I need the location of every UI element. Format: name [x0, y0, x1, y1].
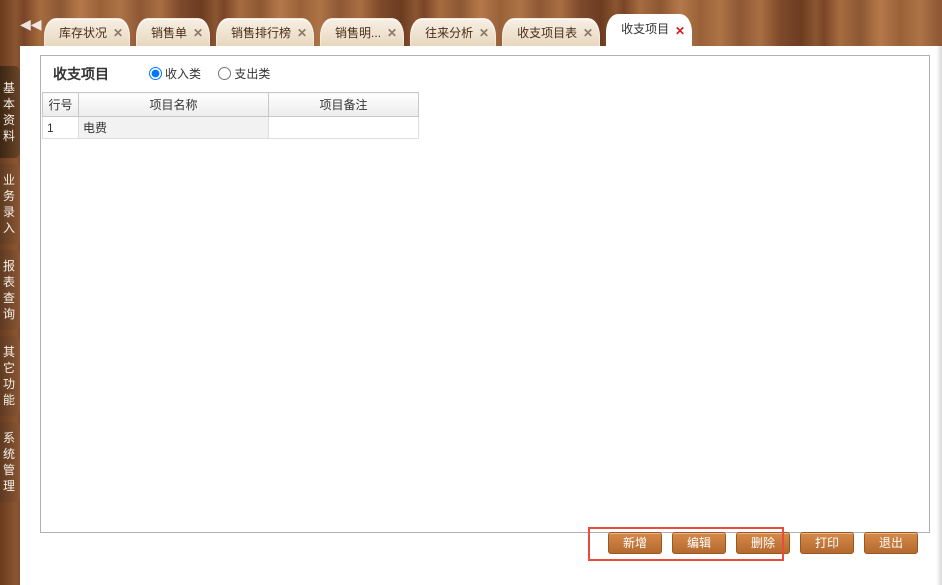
close-icon[interactable]: ✕: [675, 17, 685, 45]
print-button[interactable]: 打印: [800, 532, 854, 554]
col-name[interactable]: 项目名称: [79, 93, 269, 117]
tab-6[interactable]: 收支项目 ✕: [606, 14, 692, 46]
leftnav-item-4[interactable]: 系统管理: [0, 422, 20, 502]
tab-label: 收支项目表: [517, 26, 577, 40]
tab-1[interactable]: 销售单 ✕: [136, 18, 210, 46]
delete-button[interactable]: 删除: [736, 532, 790, 554]
close-icon[interactable]: ✕: [297, 19, 307, 47]
tab-0[interactable]: 库存状况 ✕: [44, 18, 130, 46]
cell-name[interactable]: 电费: [79, 117, 269, 139]
tab-label: 销售排行榜: [231, 26, 291, 40]
radio-income-label: 收入类: [165, 65, 201, 82]
tab-label: 往来分析: [425, 26, 473, 40]
close-icon[interactable]: ✕: [387, 19, 397, 47]
close-icon[interactable]: ✕: [479, 19, 489, 47]
radio-expense-label: 支出类: [234, 65, 270, 82]
table-row[interactable]: 1电费: [43, 117, 419, 139]
main-panel: 收支项目 收入类 支出类 行号 项目名称 项目备注: [40, 55, 930, 533]
category-radio-group: 收入类 支出类: [149, 65, 284, 83]
close-icon[interactable]: ✕: [193, 19, 203, 47]
cell-rownum: 1: [43, 117, 79, 139]
leftnav-item-3[interactable]: 其它功能: [0, 336, 20, 416]
tab-3[interactable]: 销售明... ✕: [320, 18, 404, 46]
items-grid: 行号 项目名称 项目备注 1电费: [42, 92, 928, 139]
button-bar: 新增 编辑 删除 打印 退出: [40, 529, 930, 557]
tab-label: 库存状况: [59, 26, 107, 40]
exit-button[interactable]: 退出: [864, 532, 918, 554]
add-button[interactable]: 新增: [608, 532, 662, 554]
close-icon[interactable]: ✕: [113, 19, 123, 47]
tab-strip: ◀◀ 库存状况✕销售单✕销售排行榜✕销售明...✕往来分析✕收支项目表✕收支项目…: [0, 0, 942, 46]
leftnav-item-0[interactable]: 基本资料: [0, 66, 20, 158]
leftnav-item-1[interactable]: 业务录入: [0, 164, 20, 244]
tab-label: 销售单: [151, 26, 187, 40]
radio-expense-input[interactable]: [218, 67, 231, 80]
radio-income-input[interactable]: [149, 67, 162, 80]
tab-4[interactable]: 往来分析 ✕: [410, 18, 496, 46]
radio-income[interactable]: 收入类: [149, 65, 201, 82]
col-remark[interactable]: 项目备注: [269, 93, 419, 117]
panel-title: 收支项目: [53, 64, 109, 84]
tab-2[interactable]: 销售排行榜 ✕: [216, 18, 314, 46]
tab-label: 销售明...: [335, 26, 381, 40]
radio-expense[interactable]: 支出类: [218, 65, 270, 82]
col-rownum[interactable]: 行号: [43, 93, 79, 117]
tab-5[interactable]: 收支项目表 ✕: [502, 18, 600, 46]
edit-button[interactable]: 编辑: [672, 532, 726, 554]
cell-remark[interactable]: [269, 117, 419, 139]
tab-label: 收支项目: [621, 22, 669, 36]
leftnav-item-2[interactable]: 报表查询: [0, 250, 20, 330]
close-icon[interactable]: ✕: [583, 19, 593, 47]
left-nav: 基本资料业务录入报表查询其它功能系统管理: [0, 46, 20, 585]
